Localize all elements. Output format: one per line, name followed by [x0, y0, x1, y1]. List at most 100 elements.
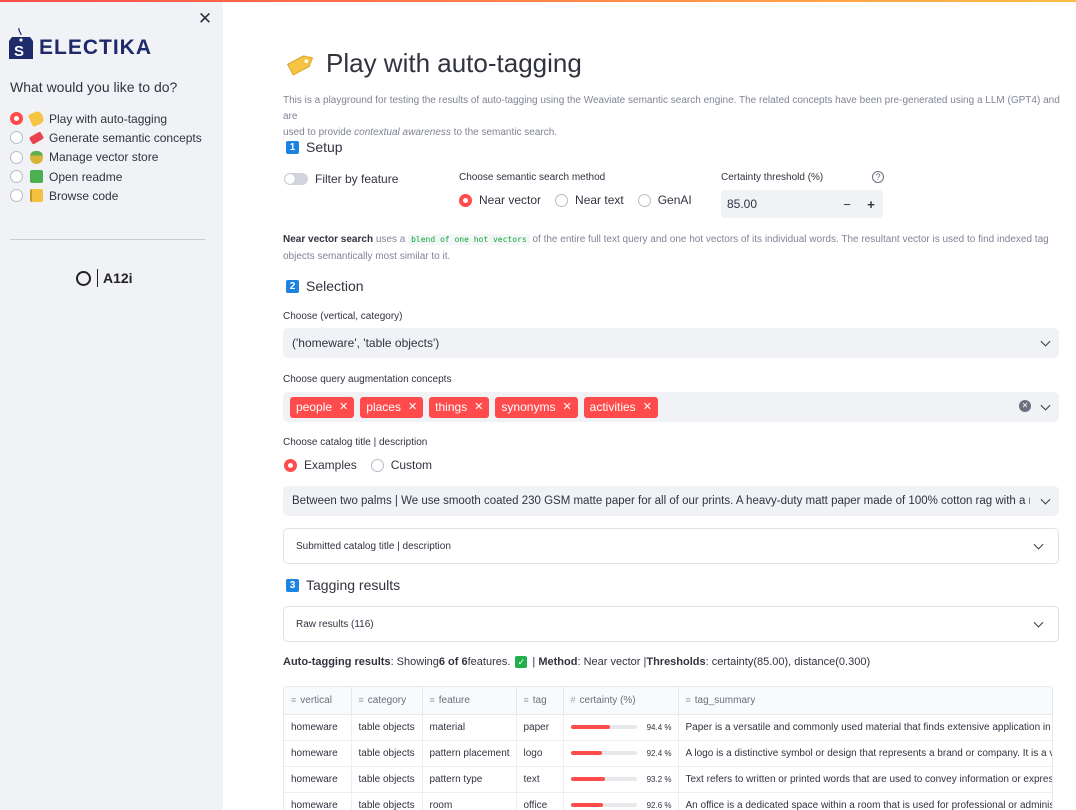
- column-header[interactable]: ≡ category: [351, 687, 423, 715]
- table-row[interactable]: homeware table objects material paper 94.4 %…: [284, 714, 1052, 741]
- cell-vertical[interactable]: homeware: [284, 714, 352, 741]
- sidebar-item-readme[interactable]: Open readme: [10, 167, 202, 186]
- cell-certainty[interactable]: 94.4 %: [563, 714, 679, 741]
- catalog-label: Choose catalog title | description: [283, 437, 428, 448]
- table-row[interactable]: homeware table objects room office 92.6 % An …: [284, 792, 1052, 810]
- cell-feature[interactable]: pattern placement: [422, 740, 517, 767]
- cell-tag[interactable]: logo: [516, 740, 564, 767]
- radio-unselected[interactable]: [637, 193, 651, 207]
- remove-chip-icon[interactable]: ✕: [474, 397, 483, 418]
- radio-unselected[interactable]: [555, 193, 569, 207]
- table-header-row: ≡ vertical ≡ category ≡ feature ≡ tag # certa…: [284, 687, 1052, 715]
- increment-button[interactable]: +: [859, 197, 883, 212]
- clear-all-icon[interactable]: ✕: [1019, 400, 1031, 412]
- catalog-custom[interactable]: Custom: [370, 458, 432, 472]
- threshold-input[interactable]: 85.00 − +: [721, 190, 883, 218]
- help-icon[interactable]: ?: [872, 171, 884, 183]
- radio-unselected[interactable]: [370, 458, 384, 472]
- certainty-value: 92.4 %: [646, 748, 672, 758]
- cell-certainty[interactable]: 92.4 %: [563, 740, 679, 767]
- cell-vertical[interactable]: homeware: [284, 766, 352, 793]
- method-description: Near vector search uses a blend of one h…: [283, 231, 1063, 265]
- cell-vertical[interactable]: homeware: [284, 792, 352, 810]
- radio-selected[interactable]: [284, 458, 297, 472]
- a12i-logo: A12i: [76, 269, 133, 287]
- vertical-category-select[interactable]: ('homeware', 'table objects'): [283, 328, 1059, 358]
- column-header[interactable]: # certainty (%): [563, 687, 679, 715]
- sidebar-item-vector-store[interactable]: Manage vector store: [10, 148, 202, 167]
- chevron-down-icon[interactable]: [1033, 617, 1044, 628]
- column-label: vertical: [300, 694, 332, 706]
- selectika-logo: S ELECTIKA: [9, 27, 151, 62]
- catalog-select[interactable]: Between two palms | We use smooth coated…: [283, 486, 1059, 516]
- option-label: Near text: [575, 193, 624, 207]
- cell-feature[interactable]: room: [422, 792, 517, 810]
- catalog-examples[interactable]: Examples: [284, 458, 357, 472]
- radio-unselected[interactable]: [10, 189, 23, 203]
- number-column-icon: #: [570, 694, 576, 705]
- sidebar-item-browse-code[interactable]: Browse code: [10, 186, 202, 205]
- cell-tag-summary[interactable]: An office is a dedicated space within a …: [678, 792, 1052, 810]
- radio-unselected[interactable]: [10, 170, 23, 184]
- column-header[interactable]: ≡ vertical: [284, 687, 352, 715]
- remove-chip-icon[interactable]: ✕: [408, 397, 417, 418]
- remove-chip-icon[interactable]: ✕: [562, 397, 571, 418]
- sidebar-item-semantic-concepts[interactable]: Generate semantic concepts: [10, 128, 202, 147]
- table-row[interactable]: homeware table objects pattern type text 93.…: [284, 766, 1052, 793]
- method-near-vector[interactable]: Near vector: [459, 193, 541, 207]
- toggle-track[interactable]: [284, 173, 308, 185]
- cell-feature[interactable]: pattern type: [422, 766, 517, 793]
- decrement-button[interactable]: −: [835, 197, 859, 212]
- raw-results-expander[interactable]: Raw results (116): [283, 606, 1059, 642]
- radio-selected[interactable]: [459, 193, 472, 207]
- radio-selected[interactable]: [10, 112, 23, 126]
- chip-places[interactable]: places ✕: [360, 396, 424, 418]
- remove-chip-icon[interactable]: ✕: [339, 397, 348, 418]
- cell-feature[interactable]: material: [422, 714, 517, 741]
- chevron-down-icon[interactable]: [1040, 336, 1051, 347]
- progress-fill: [570, 777, 605, 781]
- cell-certainty[interactable]: 93.2 %: [563, 766, 679, 793]
- column-header[interactable]: ≡ tag: [516, 687, 564, 715]
- radio-unselected[interactable]: [10, 131, 23, 145]
- cell-certainty[interactable]: 92.6 %: [563, 792, 679, 810]
- cell-tag[interactable]: text: [516, 766, 564, 793]
- chip-people[interactable]: people ✕: [290, 396, 355, 418]
- chip-things[interactable]: things ✕: [429, 396, 490, 418]
- method-near-text[interactable]: Near text: [555, 193, 624, 207]
- sidebar-nav: Play with auto-tagging Generate semantic…: [10, 109, 202, 205]
- select-value: Between two palms | We use smooth coated…: [292, 495, 1030, 507]
- sidebar-item-auto-tagging[interactable]: Play with auto-tagging: [10, 109, 202, 128]
- cell-tag-summary[interactable]: Paper is a versatile and commonly used m…: [678, 714, 1052, 741]
- chevron-down-icon[interactable]: [1040, 400, 1051, 411]
- cell-category[interactable]: table objects: [351, 792, 423, 810]
- filter-by-feature-toggle[interactable]: Filter by feature: [284, 172, 398, 186]
- option-label: Examples: [304, 458, 357, 472]
- cell-tag-summary[interactable]: A logo is a distinctive symbol or design…: [678, 740, 1052, 767]
- chevron-down-icon[interactable]: [1033, 539, 1044, 550]
- cell-tag[interactable]: office: [516, 792, 564, 810]
- summary-text: : Showing: [390, 656, 439, 668]
- close-sidebar-button[interactable]: ✕: [196, 10, 214, 28]
- chip-synonyms[interactable]: synonyms ✕: [495, 396, 578, 418]
- chip-label: synonyms: [501, 399, 556, 414]
- cell-vertical[interactable]: homeware: [284, 740, 352, 767]
- submitted-catalog-expander[interactable]: Submitted catalog title | description: [283, 528, 1059, 564]
- table-row[interactable]: homeware table objects pattern placement lo…: [284, 740, 1052, 767]
- cell-tag[interactable]: paper: [516, 714, 564, 741]
- chip-activities[interactable]: activities ✕: [583, 396, 658, 418]
- cell-category[interactable]: table objects: [351, 740, 423, 767]
- sidebar-item-label: Play with auto-tagging: [49, 111, 168, 126]
- column-header[interactable]: ≡ tag_summary: [678, 687, 1052, 715]
- radio-unselected[interactable]: [10, 150, 23, 164]
- cell-category[interactable]: table objects: [351, 714, 423, 741]
- chevron-down-icon[interactable]: [1040, 494, 1051, 505]
- column-header[interactable]: ≡ feature: [422, 687, 517, 715]
- expander-label: Raw results (116): [296, 618, 374, 630]
- cell-tag-summary[interactable]: Text refers to written or printed words …: [678, 766, 1052, 793]
- remove-chip-icon[interactable]: ✕: [643, 397, 652, 418]
- threshold-value[interactable]: 85.00: [721, 197, 835, 211]
- method-genai[interactable]: GenAI: [637, 193, 692, 207]
- concepts-multiselect[interactable]: people ✕ places ✕ things ✕ synonyms ✕ activi…: [283, 392, 1059, 422]
- cell-category[interactable]: table objects: [351, 766, 423, 793]
